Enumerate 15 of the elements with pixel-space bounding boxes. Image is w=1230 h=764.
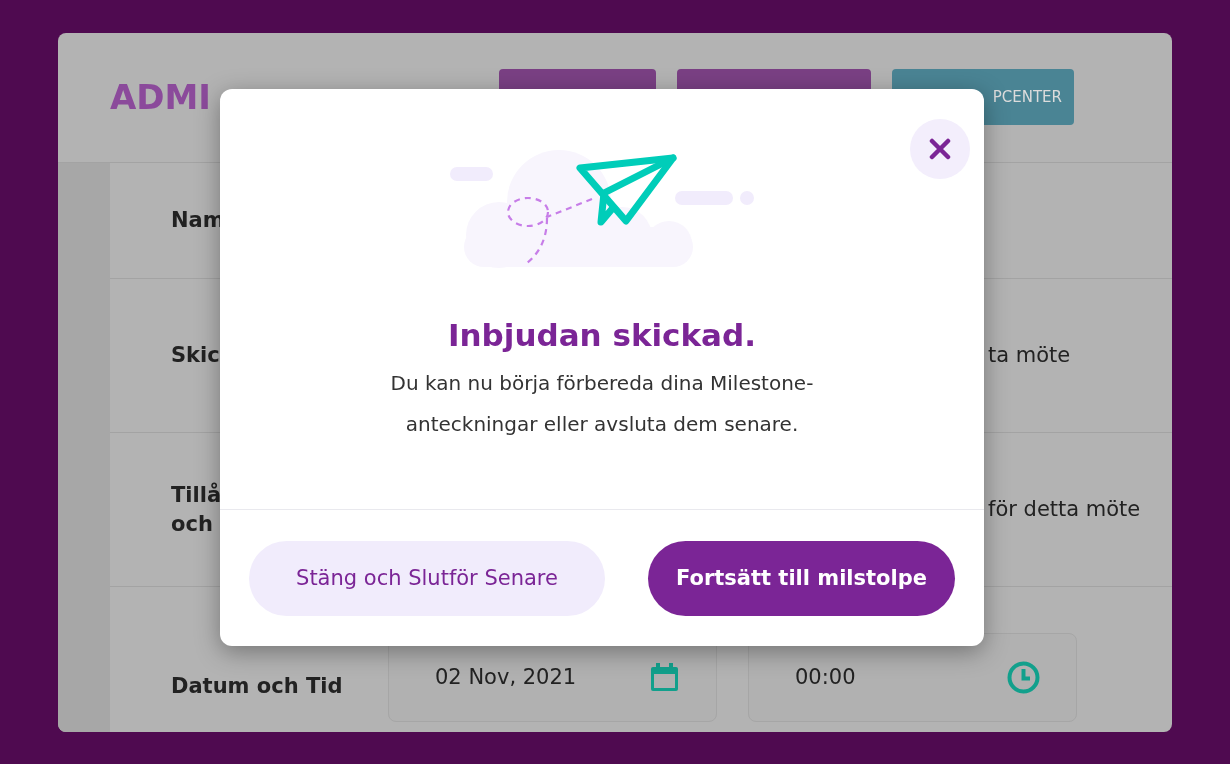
field-label: Tillå och <box>171 481 223 538</box>
close-icon <box>929 138 951 160</box>
time-value: 00:00 <box>795 663 856 691</box>
field-label: Datum och Tid <box>171 673 344 700</box>
continue-button[interactable]: Fortsätt till milstolpe <box>648 541 955 616</box>
calendar-icon[interactable] <box>649 662 680 693</box>
field-value: ta möte <box>988 341 1071 369</box>
modal-message: Du kan nu börja förbereda dina Milestone-anteckningar eller avsluta dem senare. <box>389 370 815 438</box>
date-value: 02 Nov, 2021 <box>435 663 577 691</box>
field-value: för detta möte <box>988 495 1141 523</box>
clock-icon[interactable] <box>1007 661 1040 694</box>
modal-title: Inbjudan skickad. <box>447 316 756 355</box>
close-later-button[interactable]: Stäng och Slutför Senare <box>249 541 605 616</box>
app-title: ADMI <box>109 76 213 119</box>
field-label: Skic <box>171 342 221 369</box>
